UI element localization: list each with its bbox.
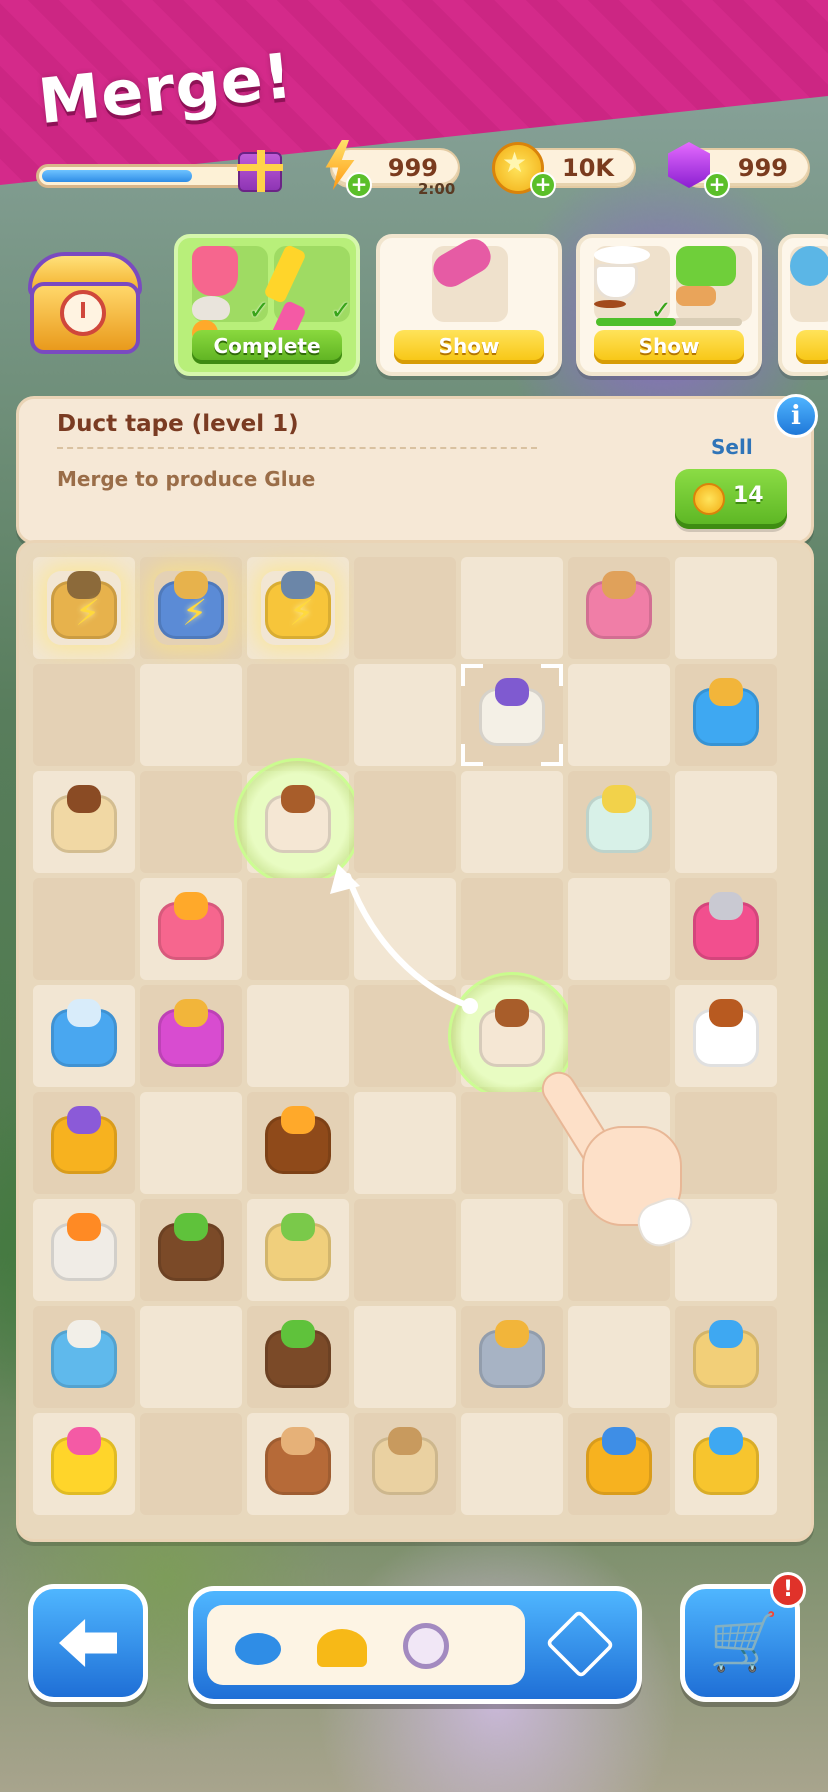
inventory-bar[interactable] [188,1586,642,1704]
back-button[interactable] [28,1584,148,1702]
merge-hint-arrow [330,864,478,1014]
timer-icon[interactable] [395,1615,457,1677]
shop-alert-badge: ! [770,1572,806,1608]
crab-icon[interactable] [227,1615,289,1677]
storage-box-icon[interactable] [545,1609,615,1679]
inventory-tray [207,1605,525,1685]
hard-hat-icon[interactable] [311,1615,373,1677]
shopping-cart-icon: 🛒 [709,1610,779,1675]
back-arrow-icon [59,1619,117,1667]
tutorial-hand-icon [535,1065,702,1266]
